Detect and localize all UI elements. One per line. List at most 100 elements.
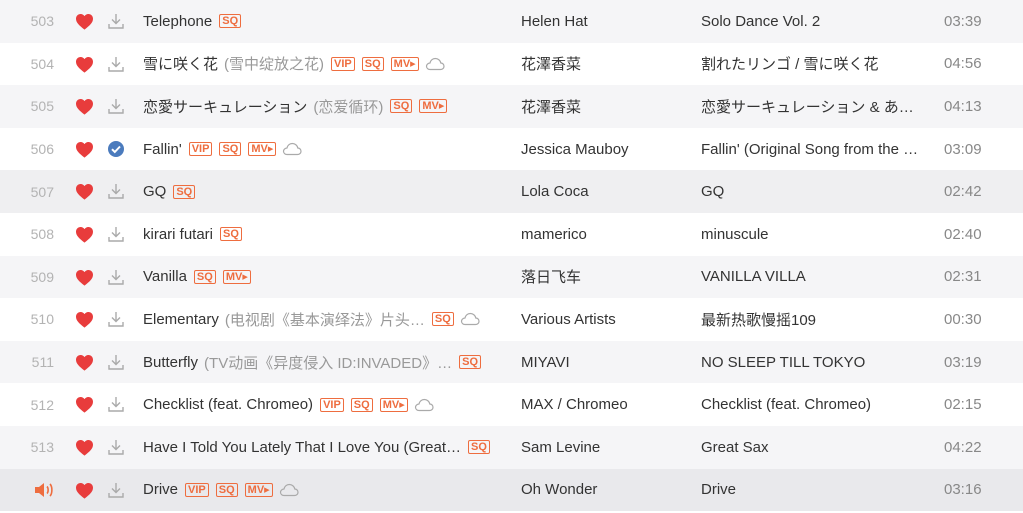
artist-link[interactable]: Jessica Mauboy — [521, 141, 686, 158]
album-link[interactable]: VANILLA VILLA — [701, 268, 926, 285]
song-title[interactable]: Vanilla — [143, 268, 187, 285]
artist-link[interactable]: Lola Coca — [521, 183, 686, 200]
artist-link[interactable]: Sam Levine — [521, 439, 686, 456]
song-title[interactable]: Fallin' — [143, 141, 182, 158]
like-heart-icon[interactable] — [75, 396, 94, 413]
mv-badge[interactable]: MV▸ — [419, 99, 448, 114]
song-row[interactable]: 504 雪に咲く花 (雪中绽放之花) VIP SQ MV▸ 花澤香菜 割れたリンゴ /… — [0, 42, 1023, 86]
song-title-cell: Vanilla SQ MV▸ — [143, 268, 513, 285]
artist-link[interactable]: Various Artists — [521, 311, 686, 328]
album-link[interactable]: Fallin' (Original Song from the … — [701, 141, 926, 158]
album-link[interactable]: minuscule — [701, 226, 926, 243]
song-row[interactable]: 506 Fallin' VIP SQ MV▸ Jessica Mauboy Fall… — [0, 127, 1023, 171]
artist-link[interactable]: MAX / Chromeo — [521, 396, 686, 413]
mv-badge[interactable]: MV▸ — [379, 397, 408, 412]
sq-badge: SQ — [215, 482, 238, 497]
duration: 03:19 — [944, 353, 982, 371]
sq-badge: SQ — [361, 56, 384, 71]
album-link[interactable]: Solo Dance Vol. 2 — [701, 13, 926, 30]
download-icon[interactable] — [106, 309, 126, 329]
like-heart-icon[interactable] — [75, 482, 94, 499]
like-heart-icon[interactable] — [75, 269, 94, 286]
album-link[interactable]: Drive — [701, 481, 926, 498]
song-row[interactable]: 512 Checklist (feat. Chromeo) VIP SQ MV▸ M… — [0, 383, 1023, 426]
like-heart-icon[interactable] — [75, 98, 94, 115]
song-row[interactable]: 508 kirari futari SQ mamerico minuscule … — [0, 212, 1023, 256]
song-row[interactable]: 511 Butterfly (TV动画《异度侵入 ID:INVADED》… SQ … — [0, 340, 1023, 384]
song-title[interactable]: kirari futari — [143, 226, 213, 243]
mv-badge[interactable]: MV▸ — [390, 56, 419, 71]
song-row[interactable]: 505 恋愛サーキュレーション (恋爱循环) SQ MV▸ 花澤香菜 恋愛サーキュレ… — [0, 85, 1023, 128]
download-icon[interactable] — [106, 437, 126, 457]
song-row[interactable]: 503 Telephone SQ Helen Hat Solo Dance Vo… — [0, 0, 1023, 43]
song-title[interactable]: 恋愛サーキュレーション — [143, 96, 307, 117]
duration: 04:56 — [944, 55, 982, 73]
song-alias: (电视剧《基本演绎法》片头… — [224, 311, 425, 329]
song-alias: (TV动画《异度侵入 ID:INVADED》… — [204, 354, 453, 372]
song-title[interactable]: Butterfly — [143, 354, 198, 371]
sq-badge: SQ — [219, 142, 242, 157]
track-number: 510 — [30, 311, 54, 328]
song-title[interactable]: Have I Told You Lately That I Love You (… — [143, 439, 461, 456]
artist-link[interactable]: MIYAVI — [521, 354, 686, 371]
song-title[interactable]: 雪に咲く花 — [143, 53, 218, 74]
sq-badge: SQ — [193, 269, 216, 284]
song-title[interactable]: GQ — [143, 183, 166, 200]
album-link[interactable]: Great Sax — [701, 439, 926, 456]
mv-badge[interactable]: MV▸ — [222, 269, 251, 284]
vip-badge: VIP — [320, 397, 344, 412]
album-link[interactable]: 最新热歌慢摇109 — [701, 309, 926, 330]
artist-link[interactable]: Oh Wonder — [521, 481, 686, 498]
song-row[interactable]: 513 Have I Told You Lately That I Love Y… — [0, 425, 1023, 469]
song-row[interactable]: 510 Elementary (电视剧《基本演绎法》片头… SQ Various … — [0, 298, 1023, 341]
song-title[interactable]: Telephone — [143, 13, 212, 30]
like-heart-icon[interactable] — [75, 226, 94, 243]
like-heart-icon[interactable] — [75, 354, 94, 371]
like-heart-icon[interactable] — [75, 56, 94, 73]
download-icon[interactable] — [106, 11, 126, 31]
track-number: 503 — [30, 13, 54, 30]
song-title-cell: Checklist (feat. Chromeo) VIP SQ MV▸ — [143, 396, 513, 413]
artist-link[interactable]: 花澤香菜 — [521, 96, 686, 117]
download-icon[interactable] — [106, 267, 126, 287]
download-icon[interactable] — [106, 224, 126, 244]
download-icon[interactable] — [106, 181, 126, 201]
duration: 04:22 — [944, 438, 982, 456]
album-link[interactable]: Checklist (feat. Chromeo) — [701, 396, 926, 413]
album-link[interactable]: GQ — [701, 183, 926, 200]
duration: 02:42 — [944, 183, 982, 201]
track-number: 504 — [30, 55, 54, 72]
song-title-cell: 雪に咲く花 (雪中绽放之花) VIP SQ MV▸ — [143, 53, 513, 74]
song-title-cell: GQ SQ — [143, 183, 513, 200]
song-row[interactable]: 507 GQ SQ Lola Coca GQ 02:42 — [0, 170, 1023, 213]
download-icon[interactable] — [106, 352, 126, 372]
album-link[interactable]: 割れたリンゴ / 雪に咲く花 — [701, 53, 926, 74]
artist-link[interactable]: mamerico — [521, 226, 686, 243]
mv-badge[interactable]: MV▸ — [248, 142, 277, 157]
cloud-icon — [414, 398, 434, 412]
artist-link[interactable]: Helen Hat — [521, 13, 686, 30]
like-heart-icon[interactable] — [75, 13, 94, 30]
song-title[interactable]: Drive — [143, 481, 178, 498]
download-icon[interactable] — [106, 96, 126, 116]
song-row[interactable]: 509 Vanilla SQ MV▸ 落日飞车 VANILLA VILLA 02:… — [0, 255, 1023, 299]
album-link[interactable]: 恋愛サーキュレーション & あ… — [701, 96, 926, 117]
like-heart-icon[interactable] — [75, 183, 94, 200]
cloud-icon — [279, 483, 299, 497]
download-icon[interactable] — [106, 480, 126, 500]
duration: 03:39 — [944, 12, 982, 30]
download-icon[interactable] — [106, 54, 126, 74]
song-title[interactable]: Elementary — [143, 311, 219, 328]
track-number: 512 — [30, 396, 54, 413]
like-heart-icon[interactable] — [75, 439, 94, 456]
song-title[interactable]: Checklist (feat. Chromeo) — [143, 396, 313, 413]
download-icon[interactable] — [106, 394, 126, 414]
vip-badge: VIP — [185, 482, 209, 497]
song-row[interactable]: Drive VIP SQ MV▸ Oh Wonder Drive 03:16 — [0, 468, 1023, 512]
artist-link[interactable]: 落日飞车 — [521, 266, 686, 287]
artist-link[interactable]: 花澤香菜 — [521, 53, 686, 74]
mv-badge[interactable]: MV▸ — [244, 482, 273, 497]
album-link[interactable]: NO SLEEP TILL TOKYO — [701, 354, 926, 371]
like-heart-icon[interactable] — [75, 311, 94, 328]
like-heart-icon[interactable] — [75, 141, 94, 158]
